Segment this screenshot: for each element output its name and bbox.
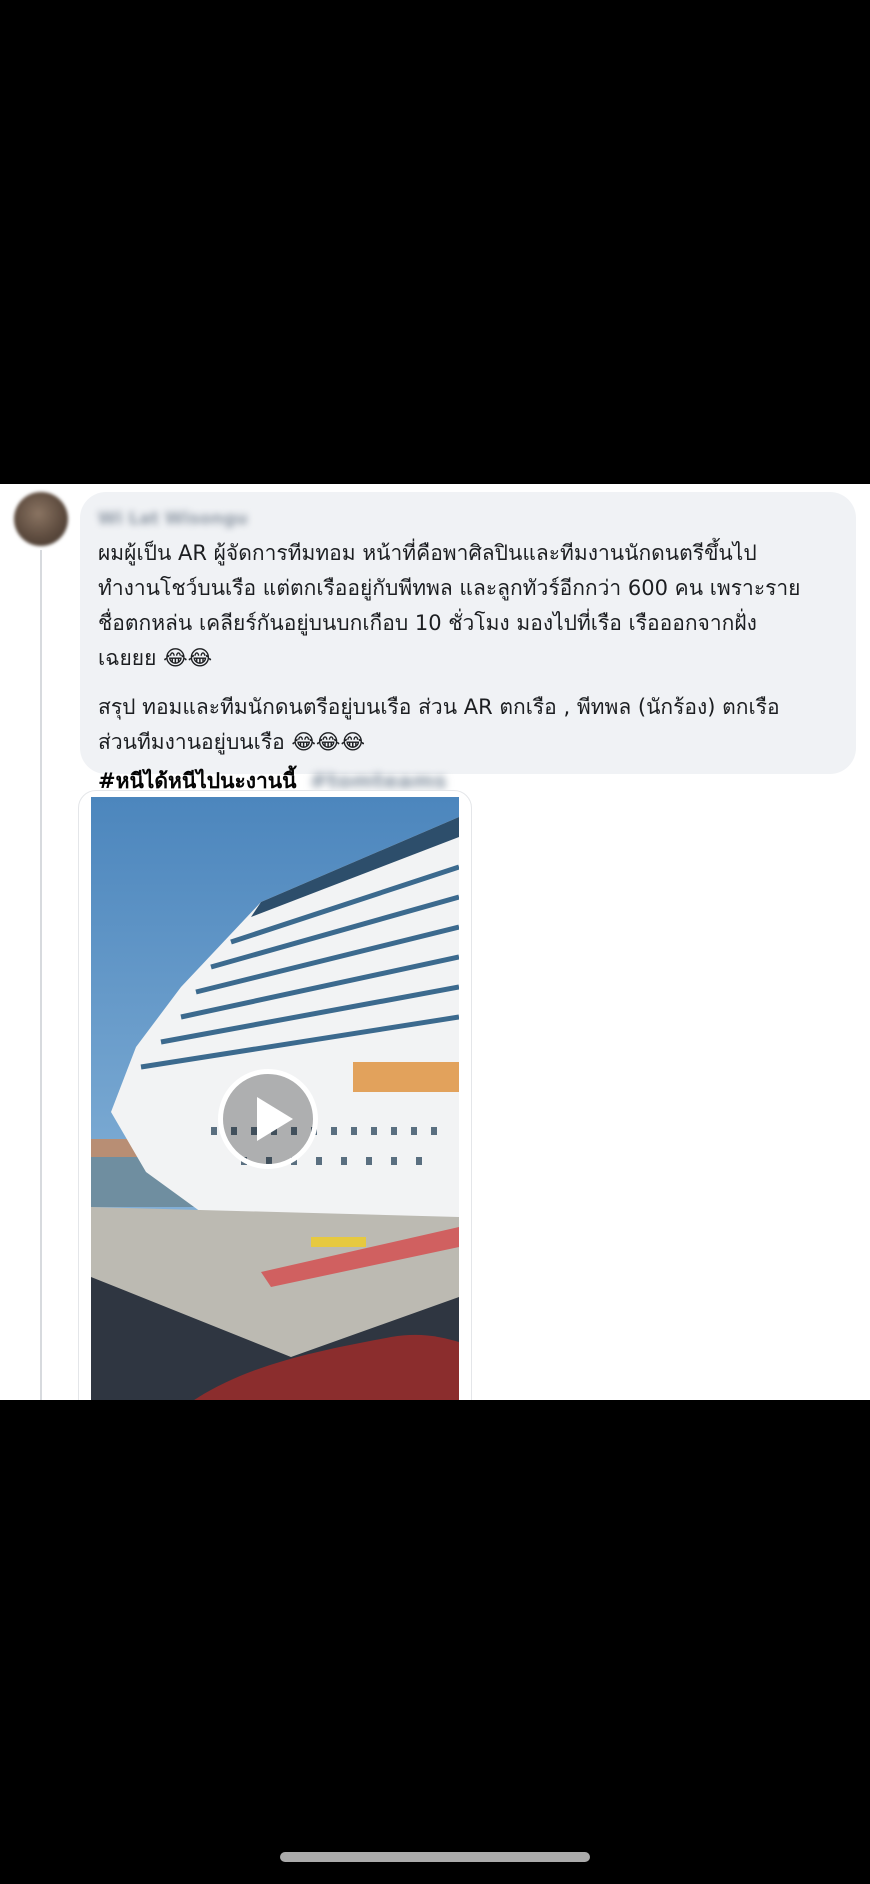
play-icon xyxy=(257,1097,293,1141)
comment-text-paragraph-1: ผมผู้เป็น AR ผู้จัดการทีมทอม หน้าที่คือพ… xyxy=(98,541,801,670)
play-button[interactable] xyxy=(218,1069,318,1169)
author-name[interactable]: Wi Lat Wisongu xyxy=(98,508,248,530)
comment-text-paragraph-2: สรุป ทอมและทีมนักดนตรีอยู่บนเรือ ส่วน AR… xyxy=(98,695,780,754)
home-indicator[interactable] xyxy=(280,1852,590,1862)
comment-bubble: Wi Lat Wisongu ผมผู้เป็น AR ผู้จัดการทีม… xyxy=(80,492,856,793)
avatar[interactable] xyxy=(14,492,68,546)
video-thumbnail[interactable] xyxy=(91,797,459,1400)
comment-area: Wi Lat Wisongu ผมผู้เป็น AR ผู้จัดการทีม… xyxy=(0,484,870,1400)
video-attachment[interactable] xyxy=(78,790,472,1400)
thread-line xyxy=(40,550,42,1400)
